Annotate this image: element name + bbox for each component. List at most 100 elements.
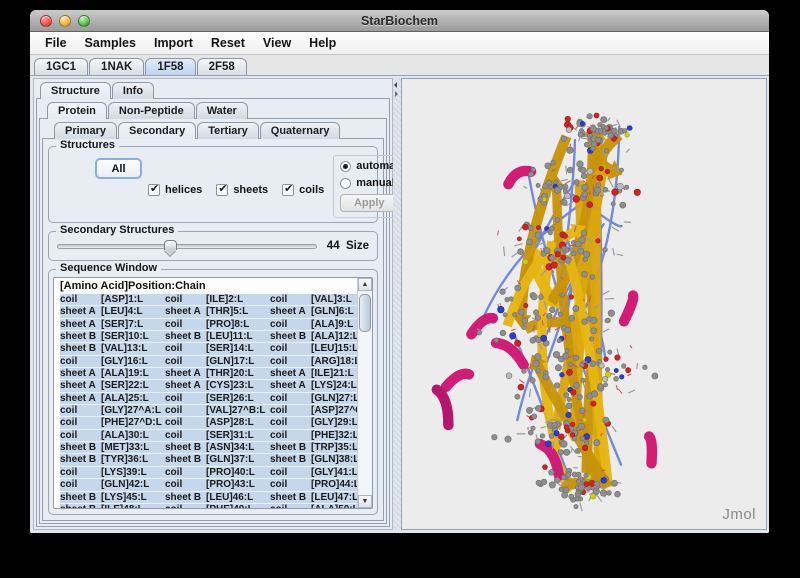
carbon-atom [582,319,588,325]
tab-non-peptide[interactable]: Non-Peptide [108,102,195,119]
scroll-down-icon[interactable]: ▼ [358,495,372,508]
structure-level-tab-bar: PrimarySecondaryTertiaryQuaternary [42,120,384,138]
residue-type: coil [165,430,206,441]
sequence-row[interactable]: sheet A[LEU]4:Lsheet A[THR]5:Lsheet A[GL… [60,306,357,318]
carbon-atom [605,318,610,323]
carbon-atom [543,374,549,380]
carbon-atom [571,251,576,256]
nitrogen-atom [497,306,504,313]
protein-structure-render[interactable] [402,79,766,529]
sequence-row[interactable]: coil[GLY]16:Lcoil[GLN]17:Lcoil[ARG]18:L [60,356,357,368]
sequence-row[interactable]: sheet B[VAL]13:Lcoil[SER]14:Lcoil[LEU]15… [60,343,357,355]
menu-help[interactable]: Help [300,34,345,52]
nitrogen-atom [554,431,559,436]
coils-checkbox[interactable] [282,184,294,196]
sequence-cell: sheet B[LYS]45:L [60,492,165,503]
carbon-atom [566,403,572,409]
carbon-atom [569,363,573,367]
menu-import[interactable]: Import [145,34,202,52]
sequence-row[interactable]: coil[ALA]30:Lcoil[SER]31:Lcoil[PHE]32:L [60,430,357,442]
menu-view[interactable]: View [254,34,300,52]
residue-id: [ILE]21:L [311,368,354,379]
scrollbar-track[interactable] [358,291,372,495]
carbon-atom [601,117,607,123]
residue-id: [PHE]32:L [311,430,357,441]
sequence-row[interactable]: sheet B[SER]10:Lsheet B[LEU]11:Lsheet B[… [60,331,357,343]
sequence-row[interactable]: sheet A[ALA]25:Lcoil[SER]26:Lcoil[GLN]27… [60,393,357,405]
size-slider[interactable] [57,244,317,249]
residue-type: coil [270,356,311,367]
secondary-pane: Structures All helicessheetscoils automa… [42,138,384,521]
menu-file[interactable]: File [36,34,76,52]
apply-button[interactable]: Apply [340,194,398,212]
sequence-cell: sheet A[LYS]24:L [270,380,357,391]
tab-info[interactable]: Info [112,82,154,99]
carbon-atom [557,339,561,343]
tab-secondary[interactable]: Secondary [118,122,196,139]
sequence-row[interactable]: sheet B[MET]33:Lsheet B[ASN]34:Lsheet B[… [60,442,357,454]
residue-type: sheet B [60,492,101,503]
residue-type: coil [270,405,311,416]
sequence-scrollbar[interactable]: ▲ ▼ [357,278,372,508]
pdb-tab-1gc1[interactable]: 1GC1 [34,58,88,75]
carbon-atom [554,477,560,483]
bond-stick [613,248,615,256]
pdb-tab-2f58[interactable]: 2F58 [197,58,247,75]
all-button[interactable]: All [95,158,142,179]
tab-tertiary[interactable]: Tertiary [197,122,259,139]
sequence-row[interactable]: sheet B[TYR]36:Lsheet B[GLN]37:Lsheet B[… [60,454,357,466]
residue-type: sheet B [165,492,206,503]
sequence-cell: coil[GLN]17:L [165,356,270,367]
zoom-button[interactable] [78,15,90,27]
sequence-cell: sheet B[ALA]12:L [270,331,357,342]
sequence-row[interactable]: coil[GLN]42:Lcoil[PRO]43:Lcoil[PRO]44:L [60,479,357,491]
split-divider[interactable] [393,78,401,530]
sequence-cell: coil[GLY]27^A:L [60,405,165,416]
size-slider-thumb[interactable] [164,240,177,250]
scroll-up-icon[interactable]: ▲ [358,278,372,291]
menu-bar: FileSamplesImportResetViewHelp [30,32,769,55]
manual-radio[interactable] [340,178,351,189]
tab-protein[interactable]: Protein [47,102,107,119]
carbon-atom [604,149,608,153]
automatic-radio[interactable] [340,161,351,172]
nitrogen-atom [560,372,565,377]
jmol-viewer[interactable]: Jmol [401,78,767,530]
collapse-right-icon[interactable] [395,91,398,97]
sequence-cell: coil[GLN]42:L [60,479,165,490]
sequence-row[interactable]: coil[LYS]39:Lcoil[PRO]40:Lcoil[GLY]41:L [60,467,357,479]
sequence-row[interactable]: sheet B[LYS]45:Lsheet B[LEU]46:Lsheet B[… [60,492,357,504]
sequence-row[interactable]: sheet A[ALA]19:Lsheet A[THR]20:Lsheet A[… [60,368,357,380]
helices-checkbox[interactable] [148,184,160,196]
menu-samples[interactable]: Samples [76,34,145,52]
scrollbar-thumb[interactable] [359,294,371,332]
sequence-list[interactable]: [Amino Acid]Position:Chain coil[ASP]1:Lc… [54,278,357,508]
residue-id: [PRO]40:L [206,467,255,478]
oxygen-atom [582,445,588,451]
sequence-row[interactable]: sheet A[SER]7:Lcoil[PRO]8:Lcoil[ALA]9:L [60,319,357,331]
sequence-row[interactable]: sheet A[SER]22:Lsheet A[CYS]23:Lsheet A[… [60,380,357,392]
tab-structure[interactable]: Structure [40,82,111,99]
residue-type: sheet A [270,368,311,379]
sheets-checkbox[interactable] [216,184,228,196]
pdb-tab-1nak[interactable]: 1NAK [89,58,144,75]
tab-quaternary[interactable]: Quaternary [260,122,341,139]
carbon-atom [605,367,609,371]
minimize-button[interactable] [59,15,71,27]
title-bar[interactable]: StarBiochem [30,10,769,32]
sequence-row[interactable]: coil[ASP]1:Lcoil[ILE]2:Lcoil[VAL]3:L [60,294,357,306]
sequence-cell: coil[SER]31:L [165,430,270,441]
carbon-atom [578,423,585,430]
nitrogen-atom [510,333,516,339]
sequence-row[interactable]: coil[PHE]27^D:Lcoil[ASP]28:Lcoil[GLY]29:… [60,417,357,429]
sequence-row[interactable]: sheet B[ILE]48:Lcoil[PHE]49:Lcoil[ALA]50… [60,504,357,508]
pdb-tab-1f58[interactable]: 1F58 [145,58,195,75]
tab-water[interactable]: Water [196,102,248,119]
tab-primary[interactable]: Primary [54,122,117,139]
oxygen-atom [561,255,566,260]
collapse-left-icon[interactable] [394,82,397,88]
close-button[interactable] [40,15,52,27]
sequence-row[interactable]: coil[GLY]27^A:Lcoil[VAL]27^B:Lcoil[ASP]2… [60,405,357,417]
menu-reset[interactable]: Reset [202,34,254,52]
oxygen-atom [587,202,593,208]
